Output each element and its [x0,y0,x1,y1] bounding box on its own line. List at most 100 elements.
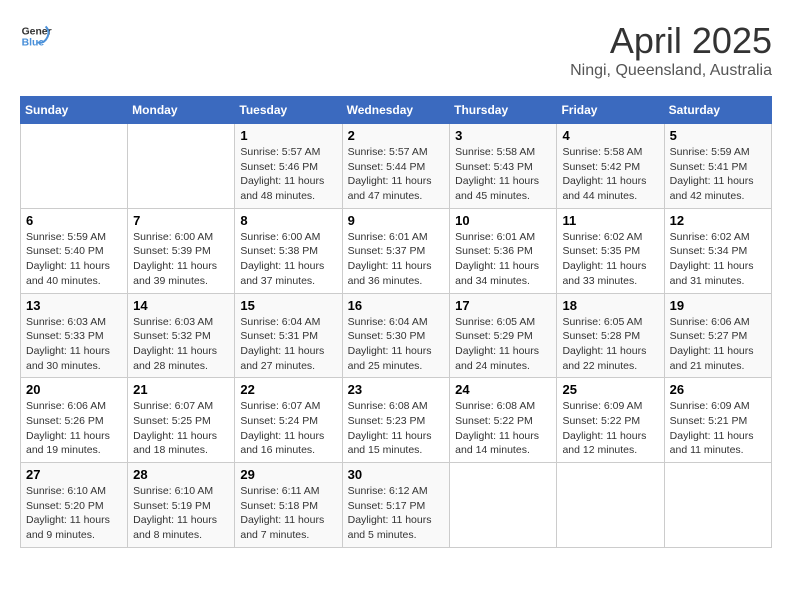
calendar-week-row: 1 Sunrise: 5:57 AM Sunset: 5:46 PM Daylig… [21,124,772,209]
day-info: Sunrise: 6:03 AM Sunset: 5:32 PM Dayligh… [133,315,229,374]
day-number: 24 [455,382,551,397]
calendar-cell: 23 Sunrise: 6:08 AM Sunset: 5:23 PM Dayli… [342,378,450,463]
calendar-cell: 29 Sunrise: 6:11 AM Sunset: 5:18 PM Dayli… [235,463,342,548]
day-number: 23 [348,382,445,397]
day-info: Sunrise: 6:03 AM Sunset: 5:33 PM Dayligh… [26,315,122,374]
calendar-cell: 30 Sunrise: 6:12 AM Sunset: 5:17 PM Dayli… [342,463,450,548]
calendar-cell: 15 Sunrise: 6:04 AM Sunset: 5:31 PM Dayli… [235,293,342,378]
weekday-header-thursday: Thursday [450,97,557,124]
day-number: 13 [26,298,122,313]
day-info: Sunrise: 6:07 AM Sunset: 5:25 PM Dayligh… [133,399,229,458]
calendar-cell: 2 Sunrise: 5:57 AM Sunset: 5:44 PM Daylig… [342,124,450,209]
day-number: 9 [348,213,445,228]
day-info: Sunrise: 6:06 AM Sunset: 5:27 PM Dayligh… [670,315,766,374]
weekday-header-monday: Monday [128,97,235,124]
day-number: 29 [240,467,336,482]
calendar-cell [21,124,128,209]
calendar-cell [664,463,771,548]
calendar-cell: 18Sunrise: 6:05 AM Sunset: 5:28 PM Dayli… [557,293,664,378]
day-number: 19 [670,298,766,313]
day-info: Sunrise: 5:57 AM Sunset: 5:46 PM Dayligh… [240,145,336,204]
calendar-cell: 9 Sunrise: 6:01 AM Sunset: 5:37 PM Daylig… [342,208,450,293]
day-number: 12 [670,213,766,228]
day-number: 27 [26,467,122,482]
weekday-header-friday: Friday [557,97,664,124]
calendar-cell: 24Sunrise: 6:08 AM Sunset: 5:22 PM Dayli… [450,378,557,463]
day-number: 7 [133,213,229,228]
day-number: 18 [562,298,658,313]
calendar-cell [128,124,235,209]
day-info: Sunrise: 5:59 AM Sunset: 5:40 PM Dayligh… [26,230,122,289]
calendar-title: April 2025 [570,20,772,62]
day-info: Sunrise: 5:58 AM Sunset: 5:43 PM Dayligh… [455,145,551,204]
weekday-header-wednesday: Wednesday [342,97,450,124]
logo-icon: General Blue [20,20,52,52]
day-number: 26 [670,382,766,397]
day-number: 1 [240,128,336,143]
calendar-cell: 28Sunrise: 6:10 AM Sunset: 5:19 PM Dayli… [128,463,235,548]
day-number: 11 [562,213,658,228]
day-info: Sunrise: 6:06 AM Sunset: 5:26 PM Dayligh… [26,399,122,458]
day-number: 22 [240,382,336,397]
day-number: 8 [240,213,336,228]
calendar-cell [557,463,664,548]
weekday-header-tuesday: Tuesday [235,97,342,124]
day-number: 10 [455,213,551,228]
title-block: April 2025 Ningi, Queensland, Australia [570,20,772,80]
day-info: Sunrise: 6:09 AM Sunset: 5:21 PM Dayligh… [670,399,766,458]
calendar-table: SundayMondayTuesdayWednesdayThursdayFrid… [20,96,772,548]
calendar-cell: 10 Sunrise: 6:01 AM Sunset: 5:36 PM Dayli… [450,208,557,293]
weekday-header-sunday: Sunday [21,97,128,124]
calendar-cell: 5 Sunrise: 5:59 AM Sunset: 5:41 PM Daylig… [664,124,771,209]
day-number: 17 [455,298,551,313]
calendar-week-row: 20Sunrise: 6:06 AM Sunset: 5:26 PM Dayli… [21,378,772,463]
day-info: Sunrise: 6:00 AM Sunset: 5:39 PM Dayligh… [133,230,229,289]
calendar-cell: 3 Sunrise: 5:58 AM Sunset: 5:43 PM Daylig… [450,124,557,209]
day-info: Sunrise: 6:11 AM Sunset: 5:18 PM Dayligh… [240,484,336,543]
calendar-cell: 25 Sunrise: 6:09 AM Sunset: 5:22 PM Dayli… [557,378,664,463]
day-number: 6 [26,213,122,228]
day-info: Sunrise: 6:12 AM Sunset: 5:17 PM Dayligh… [348,484,445,543]
calendar-subtitle: Ningi, Queensland, Australia [570,62,772,80]
day-number: 30 [348,467,445,482]
calendar-cell: 12 Sunrise: 6:02 AM Sunset: 5:34 PM Dayli… [664,208,771,293]
day-info: Sunrise: 6:01 AM Sunset: 5:36 PM Dayligh… [455,230,551,289]
calendar-week-row: 13 Sunrise: 6:03 AM Sunset: 5:33 PM Dayli… [21,293,772,378]
day-info: Sunrise: 5:59 AM Sunset: 5:41 PM Dayligh… [670,145,766,204]
day-info: Sunrise: 6:09 AM Sunset: 5:22 PM Dayligh… [562,399,658,458]
day-info: Sunrise: 5:58 AM Sunset: 5:42 PM Dayligh… [562,145,658,204]
day-info: Sunrise: 6:02 AM Sunset: 5:35 PM Dayligh… [562,230,658,289]
calendar-cell: 14 Sunrise: 6:03 AM Sunset: 5:32 PM Dayli… [128,293,235,378]
day-info: Sunrise: 6:08 AM Sunset: 5:23 PM Dayligh… [348,399,445,458]
day-number: 14 [133,298,229,313]
calendar-cell: 27 Sunrise: 6:10 AM Sunset: 5:20 PM Dayli… [21,463,128,548]
calendar-cell: 22 Sunrise: 6:07 AM Sunset: 5:24 PM Dayli… [235,378,342,463]
logo: General Blue [20,20,52,52]
day-number: 21 [133,382,229,397]
day-number: 3 [455,128,551,143]
calendar-cell: 1 Sunrise: 5:57 AM Sunset: 5:46 PM Daylig… [235,124,342,209]
calendar-week-row: 6 Sunrise: 5:59 AM Sunset: 5:40 PM Daylig… [21,208,772,293]
day-info: Sunrise: 6:05 AM Sunset: 5:29 PM Dayligh… [455,315,551,374]
calendar-cell: 21 Sunrise: 6:07 AM Sunset: 5:25 PM Dayli… [128,378,235,463]
calendar-cell: 8 Sunrise: 6:00 AM Sunset: 5:38 PM Daylig… [235,208,342,293]
calendar-cell: 11 Sunrise: 6:02 AM Sunset: 5:35 PM Dayli… [557,208,664,293]
day-info: Sunrise: 6:04 AM Sunset: 5:30 PM Dayligh… [348,315,445,374]
calendar-week-row: 27 Sunrise: 6:10 AM Sunset: 5:20 PM Dayli… [21,463,772,548]
calendar-cell: 26 Sunrise: 6:09 AM Sunset: 5:21 PM Dayli… [664,378,771,463]
day-info: Sunrise: 6:01 AM Sunset: 5:37 PM Dayligh… [348,230,445,289]
day-number: 25 [562,382,658,397]
day-info: Sunrise: 6:00 AM Sunset: 5:38 PM Dayligh… [240,230,336,289]
day-number: 15 [240,298,336,313]
day-info: Sunrise: 5:57 AM Sunset: 5:44 PM Dayligh… [348,145,445,204]
day-number: 5 [670,128,766,143]
day-info: Sunrise: 6:02 AM Sunset: 5:34 PM Dayligh… [670,230,766,289]
day-info: Sunrise: 6:10 AM Sunset: 5:20 PM Dayligh… [26,484,122,543]
calendar-cell: 17 Sunrise: 6:05 AM Sunset: 5:29 PM Dayli… [450,293,557,378]
day-info: Sunrise: 6:04 AM Sunset: 5:31 PM Dayligh… [240,315,336,374]
weekday-header-saturday: Saturday [664,97,771,124]
day-number: 16 [348,298,445,313]
day-number: 2 [348,128,445,143]
day-info: Sunrise: 6:07 AM Sunset: 5:24 PM Dayligh… [240,399,336,458]
day-info: Sunrise: 6:10 AM Sunset: 5:19 PM Dayligh… [133,484,229,543]
